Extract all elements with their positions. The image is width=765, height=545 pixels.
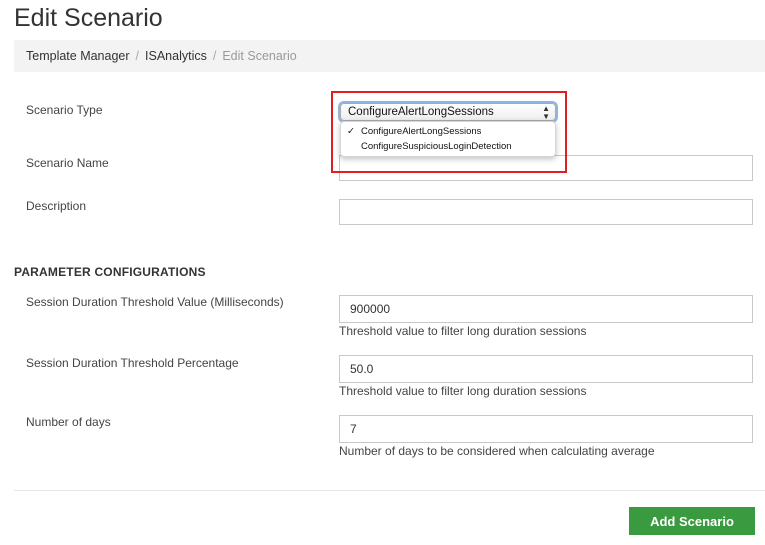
breadcrumb-separator: / [135,49,140,63]
page-title: Edit Scenario [14,4,163,32]
option-label: ConfigureSuspiciousLoginDetection [361,141,512,152]
breadcrumb-template-manager[interactable]: Template Manager [26,49,130,63]
days-help: Number of days to be considered when cal… [339,444,655,458]
scenario-type-selected: ConfigureAlertLongSessions [348,106,494,118]
scenario-type-option[interactable]: ✓ ConfigureAlertLongSessions [341,125,555,139]
duration-percentage-input[interactable]: 50.0 [339,355,753,383]
breadcrumb-isanalytics[interactable]: ISAnalytics [145,49,207,63]
check-icon: ✓ [347,126,355,137]
breadcrumb: Template Manager / ISAnalytics / Edit Scenar… [14,40,765,72]
description-label: Description [26,199,87,213]
scenario-type-label: Scenario Type [26,103,103,117]
duration-value-label: Session Duration Threshold Value (Millis… [26,295,284,309]
duration-value-help: Threshold value to filter long duration … [339,324,587,338]
duration-percentage-label: Session Duration Threshold Percentage [26,356,239,370]
days-input[interactable]: 7 [339,415,753,443]
days-label: Number of days [26,415,111,429]
description-input[interactable] [339,199,753,225]
select-arrows-icon: ▲ ▼ [542,104,550,121]
duration-value-input[interactable]: 900000 [339,295,753,323]
scenario-type-select[interactable]: ConfigureAlertLongSessions ▲ ▼ [340,103,556,121]
scenario-type-dropdown: ✓ ConfigureAlertLongSessions ConfigureSus… [340,121,556,157]
parameter-configurations-heading: PARAMETER CONFIGURATIONS [14,265,206,279]
breadcrumb-current: Edit Scenario [222,49,297,63]
scenario-type-option[interactable]: ConfigureSuspiciousLoginDetection [341,140,555,154]
divider [14,490,765,491]
duration-percentage-help: Threshold value to filter long duration … [339,384,587,398]
option-label: ConfigureAlertLongSessions [361,126,482,137]
scenario-name-label: Scenario Name [26,156,109,170]
breadcrumb-separator: / [212,49,217,63]
add-scenario-button[interactable]: Add Scenario [629,507,755,535]
